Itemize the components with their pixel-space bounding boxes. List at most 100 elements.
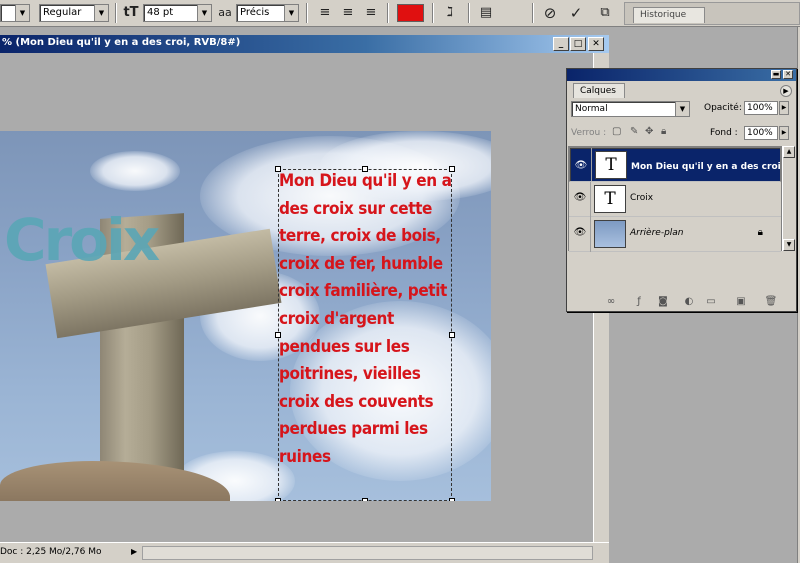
text-layer-thumbnail-icon: T	[595, 151, 627, 179]
scroll-up-icon[interactable]: ▲	[783, 146, 795, 158]
text-layer-thumbnail-icon: T	[594, 185, 626, 213]
trash-icon[interactable]: 🗑︎	[764, 295, 778, 308]
cancel-icon[interactable]: ⊘	[540, 4, 560, 22]
minimize-button[interactable]: _	[553, 37, 569, 51]
palette-close-button[interactable]: ✕	[783, 70, 793, 79]
fill-slider-button[interactable]: ▶	[779, 126, 789, 140]
chevron-down-icon: ▼	[675, 102, 689, 116]
chevron-down-icon: ▼	[94, 5, 108, 21]
opacity-label: Opacité:	[704, 103, 742, 113]
text-color-swatch[interactable]	[397, 4, 424, 22]
adjustment-layer-icon[interactable]: ◐	[682, 295, 696, 308]
layer-visibility-toggle[interactable]: 👁︎	[570, 148, 592, 181]
link-icon[interactable]: ∞	[604, 295, 618, 308]
layers-scrollbar[interactable]: ▲ ▼	[782, 146, 795, 251]
lock-label: Verrou :	[571, 128, 607, 138]
image-ready-icon[interactable]: ⧉	[595, 4, 615, 22]
palette-minimize-button[interactable]: ▬	[771, 70, 781, 79]
separator	[532, 3, 534, 23]
layer-name: Croix	[630, 193, 654, 203]
palette-menu-icon[interactable]: ▶	[780, 85, 792, 97]
blend-mode-value: Normal	[575, 104, 608, 114]
layer-visibility-toggle[interactable]: 👁︎	[569, 217, 591, 252]
separator	[432, 3, 434, 23]
maximize-button[interactable]: □	[570, 37, 586, 51]
new-layer-icon[interactable]: ▣	[734, 295, 748, 308]
antialias-icon: aa	[218, 6, 232, 19]
status-menu-arrow-icon[interactable]: ▶	[131, 547, 137, 556]
layer-row[interactable]: 👁︎ T Croix	[569, 182, 781, 217]
status-bar: Doc : 2,25 Mo/2,76 Mo ▶	[0, 542, 609, 563]
opacity-field[interactable]: 100%	[744, 101, 778, 115]
layer-name: Mon Dieu qu'il y en a des croi	[631, 162, 781, 172]
align-center-button[interactable]: ≡	[338, 4, 358, 22]
font-style-value: Regular	[43, 7, 82, 18]
croix-text-layer: Croix	[4, 206, 160, 274]
palettes-toggle-button[interactable]: ▤	[476, 4, 496, 22]
separator	[306, 3, 308, 23]
separator	[387, 3, 389, 23]
document-title-bar[interactable]: % (Mon Dieu qu'il y en a des croi, RVB/8…	[0, 35, 609, 53]
font-size-icon: tT	[123, 5, 139, 20]
antialias-value: Précis	[240, 7, 270, 18]
resize-handle[interactable]	[449, 166, 455, 172]
palette-title-bar[interactable]: ▬ ✕	[567, 69, 796, 81]
align-right-button[interactable]: ≡	[361, 4, 381, 22]
options-bar: ▼ Regular ▼ tT 48 pt ▼ aa Précis ▼ ≡ ≡ ≡…	[0, 0, 800, 27]
eye-icon: 👁︎	[573, 192, 587, 203]
fill-label: Fond :	[710, 128, 738, 138]
document-title: % (Mon Dieu qu'il y en a des croi, RVB/8…	[2, 37, 241, 48]
cloud	[90, 151, 180, 191]
canvas-area[interactable]: Croix Mon Dieu qu'il y en a des croix su…	[0, 53, 593, 542]
lock-paint-icon[interactable]: ✎	[630, 126, 638, 137]
lock-all-icon[interactable]: 🔒︎	[661, 126, 666, 137]
lock-position-icon[interactable]: ✥	[645, 126, 653, 137]
scroll-down-icon[interactable]: ▼	[783, 239, 795, 251]
document-window: % (Mon Dieu qu'il y en a des croi, RVB/8…	[0, 35, 609, 563]
layer-row[interactable]: 👁︎ T Mon Dieu qu'il y en a des croi	[569, 147, 781, 182]
resize-handle[interactable]	[449, 498, 455, 501]
font-family-dropdown[interactable]: ▼	[0, 4, 30, 22]
document-image[interactable]: Croix Mon Dieu qu'il y en a des croix su…	[0, 131, 491, 501]
text-bounding-box[interactable]	[275, 166, 455, 501]
font-size-value: 48 pt	[147, 7, 174, 18]
resize-handle[interactable]	[362, 498, 368, 501]
horizontal-scrollbar[interactable]	[142, 546, 593, 560]
fill-field[interactable]: 100%	[744, 126, 778, 140]
warp-text-button[interactable]: ℷ	[440, 4, 460, 22]
chevron-down-icon: ▼	[197, 5, 211, 21]
blend-mode-dropdown[interactable]: Normal ▼	[571, 101, 690, 117]
font-size-dropdown[interactable]: 48 pt ▼	[143, 4, 212, 22]
eye-icon: 👁︎	[574, 160, 588, 171]
antialias-dropdown[interactable]: Précis ▼	[236, 4, 299, 22]
separator	[468, 3, 470, 23]
resize-handle[interactable]	[449, 332, 455, 338]
resize-handle[interactable]	[275, 166, 281, 172]
separator	[115, 3, 117, 23]
chevron-down-icon: ▼	[284, 5, 298, 21]
font-style-dropdown[interactable]: Regular ▼	[39, 4, 109, 22]
tab-historique[interactable]: Historique	[633, 7, 705, 23]
doc-size-readout: Doc : 2,25 Mo/2,76 Mo	[0, 547, 102, 557]
mask-icon[interactable]: ◙	[656, 295, 670, 308]
layer-row[interactable]: 👁︎ Arrière-plan 🔒︎	[569, 217, 781, 252]
resize-handle[interactable]	[275, 332, 281, 338]
layer-style-icon[interactable]: ƒ	[632, 295, 646, 308]
layers-footer: ∞ ƒ ◙ ◐ ▭ ▣ 🗑︎	[566, 293, 797, 310]
lock-icon: 🔒︎	[757, 227, 763, 238]
resize-handle[interactable]	[275, 498, 281, 501]
opacity-slider-button[interactable]: ▶	[779, 101, 789, 115]
chevron-down-icon: ▼	[15, 5, 29, 21]
eye-icon: 👁︎	[573, 227, 587, 238]
resize-handle[interactable]	[362, 166, 368, 172]
image-layer-thumbnail	[594, 220, 626, 248]
close-button[interactable]: ✕	[588, 37, 604, 51]
commit-checkmark-icon[interactable]: ✓	[566, 4, 586, 22]
layer-set-icon[interactable]: ▭	[704, 295, 718, 308]
layers-list: 👁︎ T Mon Dieu qu'il y en a des croi 👁︎ T…	[568, 146, 782, 252]
lock-transparency-icon[interactable]: ▢	[612, 126, 621, 137]
align-left-button[interactable]: ≡	[315, 4, 335, 22]
layer-visibility-toggle[interactable]: 👁︎	[569, 182, 591, 217]
tab-calques[interactable]: Calques	[573, 83, 625, 98]
layer-name: Arrière-plan	[630, 228, 684, 238]
